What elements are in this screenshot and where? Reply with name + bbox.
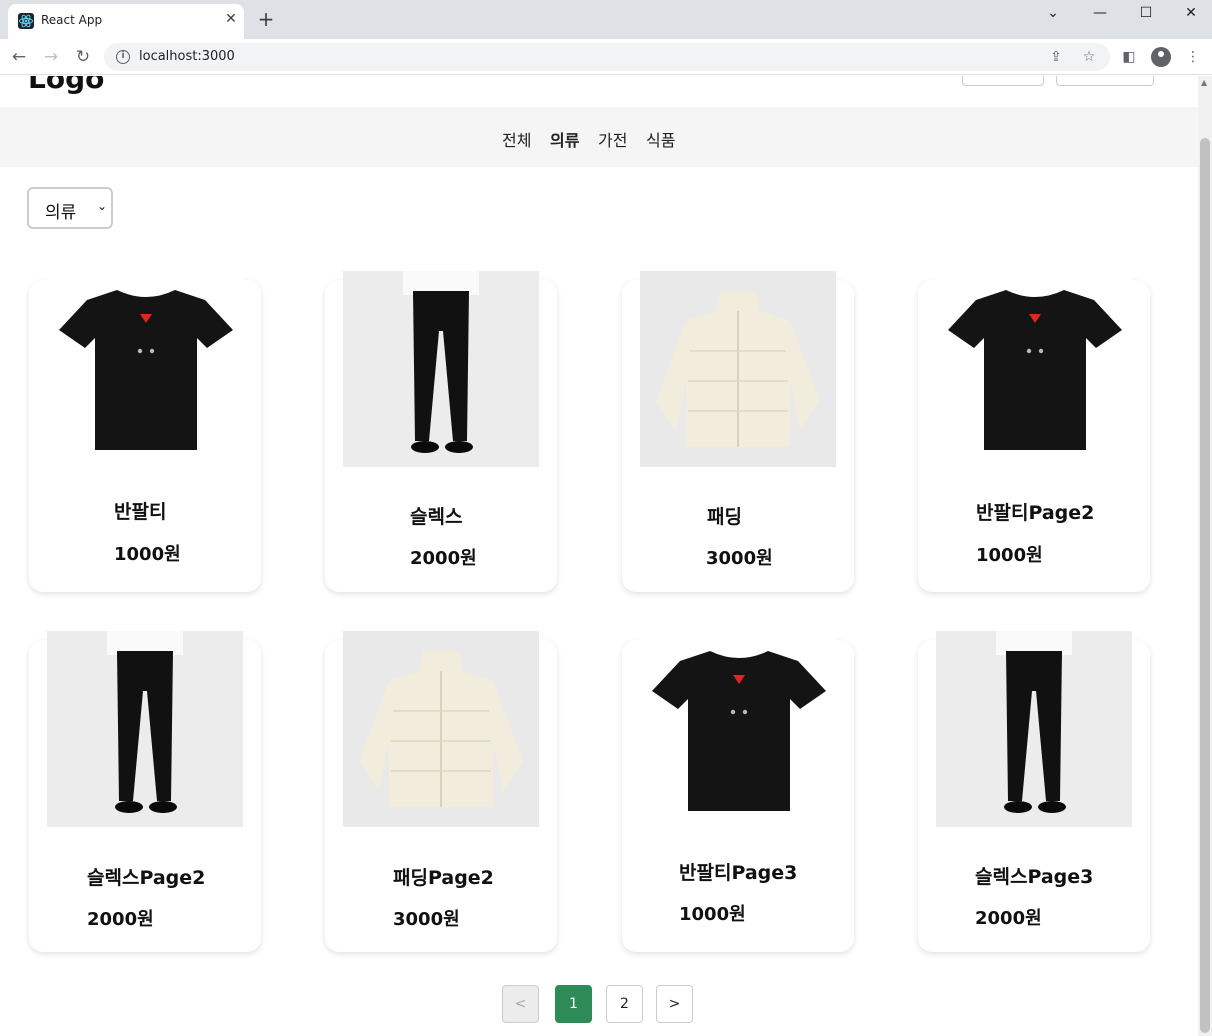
category-select-value: 의류 xyxy=(45,203,77,223)
product-image xyxy=(640,271,836,467)
product-name: 패딩Page2 xyxy=(393,867,494,889)
tab-title: React App xyxy=(41,13,103,27)
profile-avatar-icon[interactable] xyxy=(1151,47,1171,67)
product-card[interactable]: 패딩 3000원 xyxy=(622,271,854,592)
product-price: 1000원 xyxy=(679,904,746,925)
scroll-up-icon[interactable]: ▲ xyxy=(1201,78,1207,87)
site-logo[interactable]: Logo xyxy=(28,76,104,95)
product-card[interactable]: 반팔티 1000원 xyxy=(29,270,261,592)
product-price: 2000원 xyxy=(975,908,1042,929)
product-name: 슬렉스 xyxy=(410,506,463,528)
site-info-icon[interactable]: i xyxy=(116,50,130,64)
category-nav: 전체 의류 가전 식품 xyxy=(0,107,1198,167)
slacks-icon xyxy=(936,631,1132,827)
product-name: 반팔티 xyxy=(114,501,167,523)
header-button-1[interactable] xyxy=(962,76,1044,86)
product-card[interactable]: 반팔티Page3 1000원 xyxy=(622,631,854,952)
scroll-thumb[interactable] xyxy=(1200,138,1210,1033)
prev-page-button[interactable]: < xyxy=(502,985,539,1023)
product-image xyxy=(343,631,539,827)
react-icon xyxy=(18,13,34,29)
tshirt-icon xyxy=(948,290,1122,450)
tab-search-icon[interactable]: ⌄ xyxy=(1030,2,1076,24)
browser-tab[interactable]: React App ✕ xyxy=(8,4,244,39)
product-price: 2000원 xyxy=(410,548,477,569)
site-header: Logo xyxy=(0,76,1198,106)
product-name: 패딩 xyxy=(707,506,742,528)
browser-toolbar: ← → ↻ i localhost:3000 ⇪ ☆ ◧ ⋮ xyxy=(0,39,1212,75)
padding-jacket-icon xyxy=(343,631,539,827)
back-icon[interactable]: ← xyxy=(8,46,30,68)
url-text: localhost:3000 xyxy=(139,49,235,64)
category-food[interactable]: 식품 xyxy=(646,127,675,151)
browser-tab-bar: React App ✕ + ⌄ — ☐ ✕ xyxy=(0,0,1212,39)
padding-jacket-icon xyxy=(640,271,836,467)
tshirt-icon xyxy=(59,290,233,450)
new-tab-button[interactable]: + xyxy=(256,9,276,29)
product-name: 반팔티Page3 xyxy=(679,862,798,884)
product-card[interactable]: 슬렉스Page2 2000원 xyxy=(29,631,261,952)
forward-icon[interactable]: → xyxy=(40,46,62,68)
category-select[interactable]: 의류 ⌄ xyxy=(27,187,113,229)
share-icon[interactable]: ⇪ xyxy=(1047,48,1065,66)
tshirt-icon xyxy=(652,651,826,811)
product-card[interactable]: 반팔티Page2 1000원 xyxy=(918,270,1150,592)
tab-close-icon[interactable]: ✕ xyxy=(222,10,240,28)
category-appliances[interactable]: 가전 xyxy=(598,127,627,151)
product-price: 1000원 xyxy=(114,544,181,565)
product-image xyxy=(47,631,243,827)
page-scrollbar[interactable]: ▲ xyxy=(1198,76,1212,1036)
product-image xyxy=(936,631,1132,827)
bookmark-star-icon[interactable]: ☆ xyxy=(1080,48,1098,66)
minimize-button[interactable]: — xyxy=(1077,2,1123,24)
product-price: 3000원 xyxy=(393,909,460,930)
page-2-button[interactable]: 2 xyxy=(606,985,643,1023)
page-viewport: Logo 전체 의류 가전 식품 의류 ⌄ 반팔티 1000원 슬렉스 2000… xyxy=(0,76,1198,1036)
header-button-2[interactable] xyxy=(1056,76,1154,86)
page-1-button[interactable]: 1 xyxy=(555,985,592,1023)
product-image xyxy=(640,631,836,827)
product-price: 3000원 xyxy=(706,548,773,569)
menu-kebab-icon[interactable]: ⋮ xyxy=(1183,47,1203,67)
maximize-button[interactable]: ☐ xyxy=(1123,2,1169,24)
product-card[interactable]: 패딩Page2 3000원 xyxy=(325,631,557,952)
close-window-button[interactable]: ✕ xyxy=(1168,2,1212,24)
product-image xyxy=(936,270,1132,466)
next-page-button[interactable]: > xyxy=(656,985,693,1023)
product-image xyxy=(343,271,539,467)
address-bar[interactable]: i localhost:3000 ⇪ ☆ xyxy=(104,43,1110,71)
slacks-icon xyxy=(47,631,243,827)
reload-icon[interactable]: ↻ xyxy=(72,46,94,68)
category-clothing[interactable]: 의류 xyxy=(550,127,579,151)
product-image xyxy=(47,270,243,466)
product-card[interactable]: 슬렉스 2000원 xyxy=(325,271,557,592)
product-name: 슬렉스Page3 xyxy=(975,866,1094,888)
category-all[interactable]: 전체 xyxy=(502,127,531,151)
product-price: 2000원 xyxy=(87,909,154,930)
product-name: 반팔티Page2 xyxy=(976,502,1095,524)
chevron-down-icon: ⌄ xyxy=(97,199,108,213)
side-panel-icon[interactable]: ◧ xyxy=(1119,47,1139,67)
slacks-icon xyxy=(343,271,539,467)
product-name: 슬렉스Page2 xyxy=(87,867,206,889)
product-card[interactable]: 슬렉스Page3 2000원 xyxy=(918,631,1150,952)
product-price: 1000원 xyxy=(976,545,1043,566)
